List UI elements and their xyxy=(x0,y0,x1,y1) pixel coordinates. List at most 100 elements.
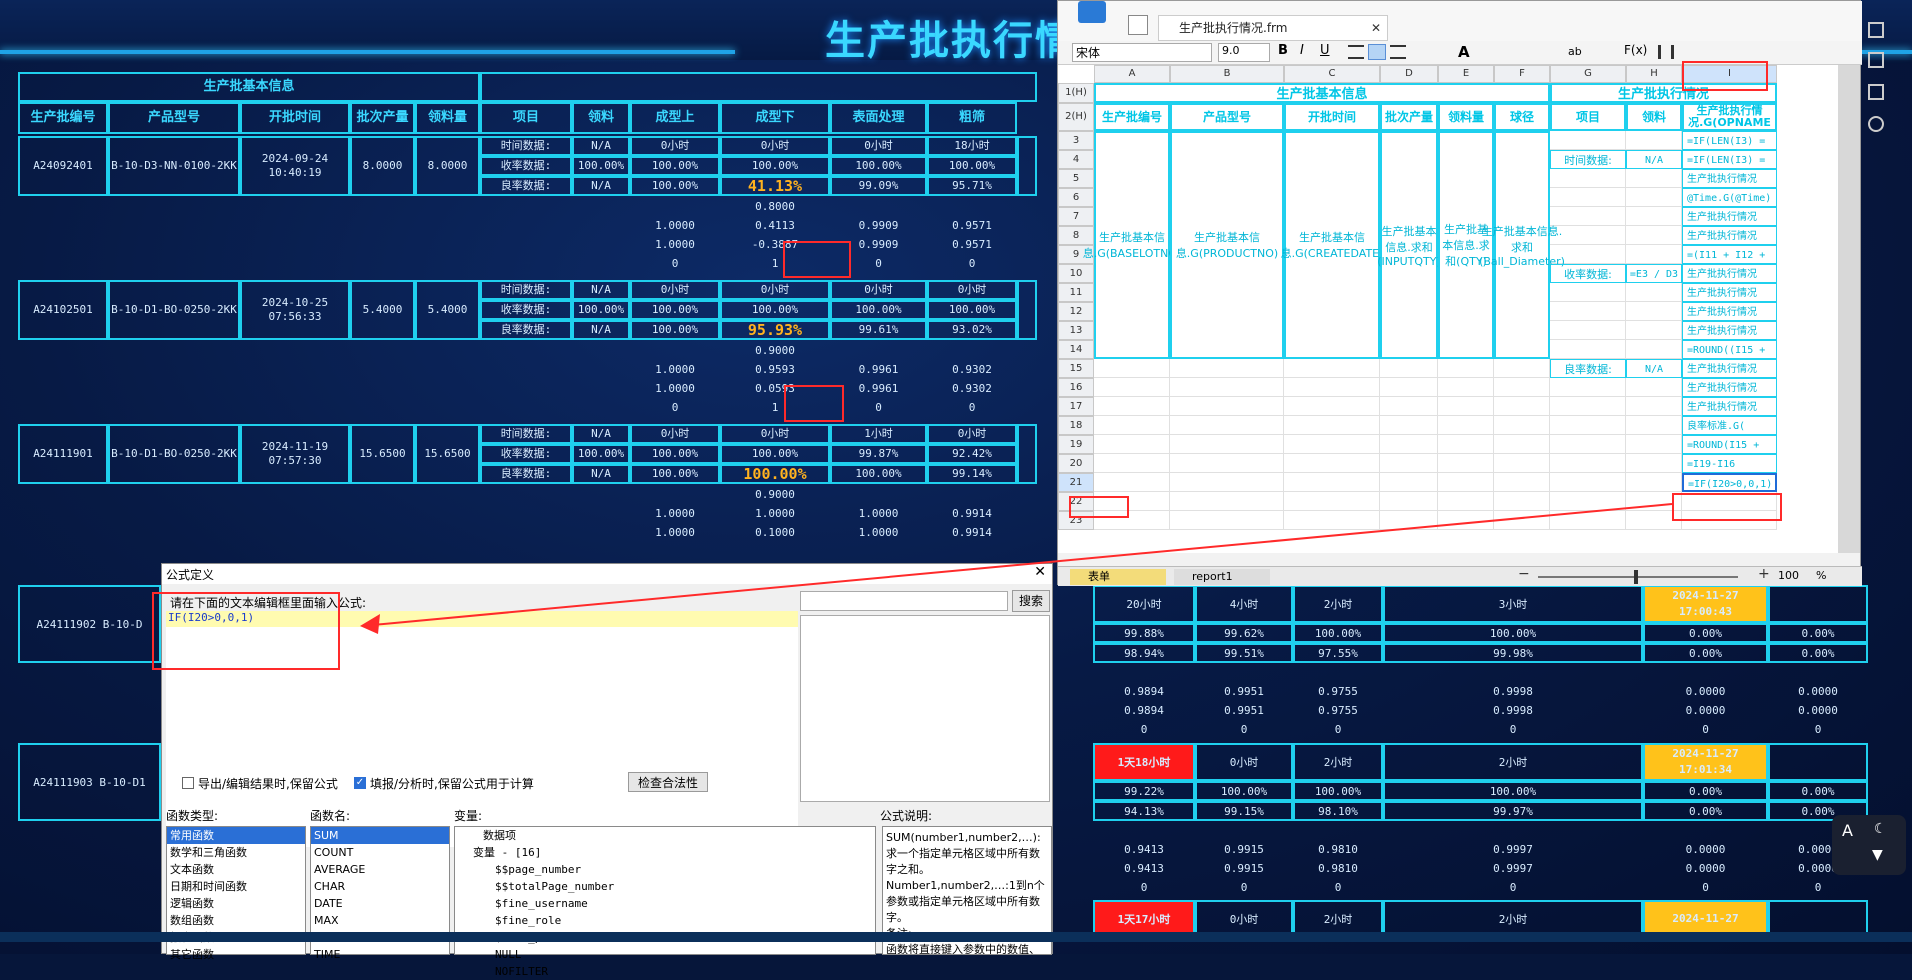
sheet-tab-form[interactable]: 表单 xyxy=(1070,569,1166,585)
align-right-icon[interactable] xyxy=(1390,45,1406,59)
column-header[interactable]: A xyxy=(1094,65,1170,83)
grid-cell[interactable] xyxy=(1626,131,1682,150)
func-type-item[interactable]: 数组函数 xyxy=(167,912,305,929)
grid-cell[interactable] xyxy=(1170,416,1284,435)
column-header[interactable]: D xyxy=(1380,65,1438,83)
grid-cell[interactable] xyxy=(1380,378,1438,397)
grid-cell[interactable] xyxy=(1550,454,1626,473)
grid-cell[interactable] xyxy=(1494,454,1550,473)
ss-i-cell[interactable]: @Time.G(@Time) xyxy=(1682,188,1777,207)
variable-item[interactable]: NOFILTER xyxy=(455,963,875,980)
ss-i-cell[interactable]: 生产批执行情况 xyxy=(1682,321,1777,340)
grid-cell[interactable] xyxy=(1626,454,1682,473)
func-type-item[interactable]: 数学和三角函数 xyxy=(167,844,305,861)
row-header[interactable]: 19 xyxy=(1058,435,1094,454)
func-type-item[interactable]: 文本函数 xyxy=(167,861,305,878)
grid-cell[interactable] xyxy=(1626,283,1682,302)
grid-cell[interactable] xyxy=(1626,397,1682,416)
zoom-out-icon[interactable]: − xyxy=(1518,566,1530,582)
grid-cell[interactable] xyxy=(1170,359,1284,378)
row-header[interactable]: 13 xyxy=(1058,321,1094,340)
grid-cell[interactable] xyxy=(1438,378,1494,397)
grid-cell[interactable] xyxy=(1494,416,1550,435)
grid-cell[interactable] xyxy=(1494,492,1550,511)
grid-cell[interactable] xyxy=(1284,511,1380,530)
column-header[interactable]: B xyxy=(1170,65,1284,83)
ss-i-cell[interactable]: =IF(LEN(I3) = xyxy=(1682,150,1777,169)
ss-i-cell[interactable]: =IF(I20>0,0,1) xyxy=(1682,473,1777,492)
grid-icon[interactable] xyxy=(1128,15,1148,35)
grid-cell[interactable] xyxy=(1094,454,1170,473)
vertical-scrollbar[interactable] xyxy=(1838,65,1860,553)
grid-cell[interactable] xyxy=(1550,473,1626,492)
row-header[interactable]: 18 xyxy=(1058,416,1094,435)
underline-button[interactable]: U xyxy=(1320,43,1330,58)
italic-button[interactable]: I xyxy=(1300,43,1304,58)
column-header[interactable]: E xyxy=(1438,65,1494,83)
row-header[interactable]: 3 xyxy=(1058,131,1094,150)
grid-cell[interactable] xyxy=(1550,435,1626,454)
zoom-slider[interactable] xyxy=(1538,576,1738,578)
grid-cell[interactable] xyxy=(1550,188,1626,207)
func-name-item[interactable]: MAX xyxy=(311,912,449,929)
align-left-icon[interactable] xyxy=(1348,45,1364,59)
grid-cell[interactable] xyxy=(1494,359,1550,378)
func-type-item[interactable]: 日期和时间函数 xyxy=(167,878,305,895)
grid-cell[interactable] xyxy=(1550,169,1626,188)
variable-item[interactable]: $fine_username xyxy=(455,895,875,912)
ss-g-cell[interactable]: 收率数据: xyxy=(1550,264,1626,283)
ss-i-cell[interactable]: 生产批执行情况 xyxy=(1682,359,1777,378)
grid-cell[interactable] xyxy=(1626,435,1682,454)
ss-i-cell[interactable]: 生产批执行情况 xyxy=(1682,264,1777,283)
grid-cell[interactable] xyxy=(1626,226,1682,245)
grid-cell[interactable] xyxy=(1494,397,1550,416)
ss-i-cell[interactable]: 生产批执行情况 xyxy=(1682,207,1777,226)
ime-widget[interactable]: A ☾ ▼ xyxy=(1832,815,1906,875)
grid-cell[interactable] xyxy=(1550,340,1626,359)
row-header[interactable]: 4 xyxy=(1058,150,1094,169)
grid-cell[interactable] xyxy=(1494,435,1550,454)
bold-button[interactable]: B xyxy=(1278,43,1288,58)
column-header[interactable]: C xyxy=(1284,65,1380,83)
grid-cell[interactable] xyxy=(1094,435,1170,454)
sheet-tab-report1[interactable]: report1 xyxy=(1174,569,1270,585)
ss-g-cell[interactable]: 良率数据: xyxy=(1550,359,1626,378)
row-header[interactable]: 16 xyxy=(1058,378,1094,397)
ss-i-cell[interactable]: =ROUND(I15 + xyxy=(1682,435,1777,454)
grid-cell[interactable] xyxy=(1170,454,1284,473)
ss-h-cell[interactable]: =E3 / D3 xyxy=(1626,264,1682,283)
variable-item[interactable]: 变量 - [16] xyxy=(455,844,875,861)
ss-i-cell[interactable]: =ROUND((I15 + xyxy=(1682,340,1777,359)
row-header[interactable]: 15 xyxy=(1058,359,1094,378)
grid-cell[interactable] xyxy=(1284,359,1380,378)
align-center-icon[interactable] xyxy=(1368,44,1386,60)
ss-h-cell[interactable]: N/A xyxy=(1626,359,1682,378)
grid-cell[interactable] xyxy=(1284,454,1380,473)
ss-i-cell[interactable]: 生产批执行情况 xyxy=(1682,169,1777,188)
zoom-in-icon[interactable]: + xyxy=(1758,566,1770,582)
grid-cell[interactable] xyxy=(1170,435,1284,454)
grid-cell[interactable] xyxy=(1438,454,1494,473)
grid-cell[interactable] xyxy=(1494,378,1550,397)
ss-merged-cell[interactable]: 生产批基本信息.求和(Ball_Diameter) xyxy=(1479,131,1565,359)
func-name-item[interactable]: CHAR xyxy=(311,878,449,895)
grid-cell[interactable] xyxy=(1626,245,1682,264)
ss-i-cell[interactable]: 生产批执行情况 xyxy=(1682,378,1777,397)
zoom-slider-handle[interactable] xyxy=(1634,570,1638,584)
grid-cell[interactable] xyxy=(1438,492,1494,511)
grid-cell[interactable] xyxy=(1550,302,1626,321)
file-tab[interactable]: 生产批执行情况.frm ✕ xyxy=(1158,15,1388,41)
grid-cell[interactable] xyxy=(1550,511,1626,530)
chart-icon[interactable] xyxy=(1658,45,1674,59)
grid-cell[interactable] xyxy=(1170,378,1284,397)
column-header[interactable]: G xyxy=(1550,65,1626,83)
grid-cell[interactable] xyxy=(1626,207,1682,226)
side-grid-icon[interactable] xyxy=(1868,22,1884,38)
row-header[interactable]: 6 xyxy=(1058,188,1094,207)
font-size-select[interactable]: 9.0 xyxy=(1218,43,1270,62)
func-name-item[interactable]: COUNT xyxy=(311,844,449,861)
text-icon[interactable]: ab xyxy=(1568,45,1582,58)
ss-i-cell[interactable]: =IF(LEN(I3) = xyxy=(1682,131,1777,150)
grid-cell[interactable] xyxy=(1284,435,1380,454)
grid-cell[interactable] xyxy=(1626,340,1682,359)
